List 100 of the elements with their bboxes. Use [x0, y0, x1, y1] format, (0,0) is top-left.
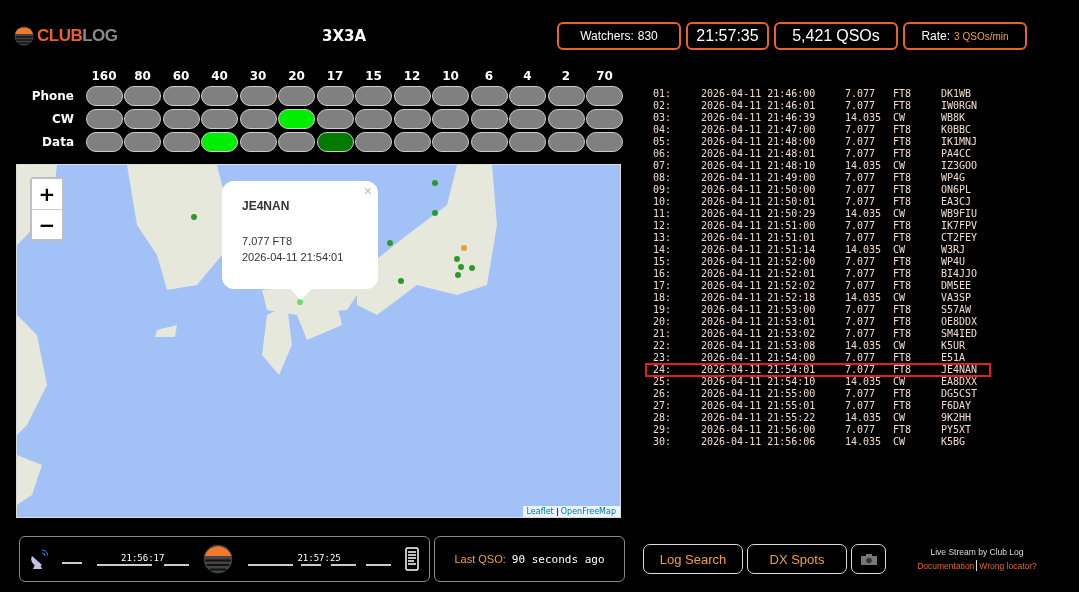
- log-frequency: 14.035: [845, 245, 882, 255]
- log-time: 2026-04-11 21:53:01: [701, 317, 816, 327]
- log-time: 2026-04-11 21:48:00: [701, 137, 816, 147]
- log-mode: FT8: [893, 185, 912, 195]
- wrong-locator-link[interactable]: Wrong locator?: [979, 560, 1037, 571]
- log-time: 2026-04-11 21:53:02: [701, 329, 816, 339]
- log-frequency: 14.035: [845, 293, 882, 303]
- log-callsign: OE8DDX: [941, 317, 978, 327]
- watchers-counter: Watchers: 830: [557, 22, 681, 50]
- log-frequency: 14.035: [845, 113, 882, 123]
- log-frequency: 7.077: [845, 329, 876, 339]
- log-mode: FT8: [893, 329, 912, 339]
- log-callsign: WB9FIU: [941, 209, 978, 219]
- clock-display: 21:57:35: [686, 22, 769, 50]
- documentation-link[interactable]: Documentation: [917, 560, 975, 571]
- log-index: 26:: [653, 389, 672, 399]
- log-time: 2026-04-11 21:52:00: [701, 257, 816, 267]
- log-mode: CW: [893, 209, 906, 219]
- log-mode: FT8: [893, 269, 912, 279]
- log-frequency: 7.077: [845, 101, 876, 111]
- log-index: 22:: [653, 341, 672, 351]
- log-search-button[interactable]: Log Search: [643, 544, 743, 574]
- band-label: 70: [595, 69, 614, 83]
- log-callsign: F6DAY: [941, 401, 972, 411]
- log-callsign: WP4U: [941, 257, 966, 267]
- log-time: 2026-04-11 21:55:00: [701, 389, 816, 399]
- log-frequency: 7.077: [845, 125, 876, 135]
- log-time: 2026-04-11 21:51:01: [701, 233, 816, 243]
- log-frequency: 14.035: [845, 437, 882, 447]
- log-index: 12:: [653, 221, 672, 231]
- log-mode: FT8: [893, 233, 912, 243]
- log-mode: FT8: [893, 137, 912, 147]
- log-frequency: 14.035: [845, 413, 882, 423]
- band-label: 17: [325, 69, 345, 83]
- log-frequency: 7.077: [845, 137, 876, 147]
- log-time: 2026-04-11 21:48:10: [701, 161, 816, 171]
- log-frequency: 7.077: [845, 89, 876, 99]
- band-label: 12: [402, 69, 422, 83]
- log-callsign: CT2FEY: [941, 233, 978, 243]
- log-index: 02:: [653, 101, 672, 111]
- timeline-drawing: [62, 562, 83, 564]
- log-callsign: S57AW: [941, 305, 972, 315]
- log-time: 2026-04-11 21:54:01: [701, 365, 816, 375]
- log-frequency: 7.077: [845, 317, 876, 327]
- log-mode: CW: [893, 341, 906, 351]
- log-callsign: E51A: [941, 353, 966, 363]
- log-index: 24:: [653, 365, 672, 375]
- log-frequency: 7.077: [845, 185, 876, 195]
- logo-icon: [14, 26, 34, 46]
- popup-time: 2026-04-11 21:54:01: [242, 250, 345, 265]
- log-index: 23:: [653, 353, 672, 363]
- log-time: 2026-04-11 21:52:01: [701, 269, 816, 279]
- mode-label: CW: [50, 112, 75, 126]
- log-time: 2026-04-11 21:56:00: [701, 425, 816, 435]
- log-mode: FT8: [893, 281, 912, 291]
- log-time: 2026-04-11 21:53:00: [701, 305, 816, 315]
- log-index: 30:: [653, 437, 672, 447]
- popup-callsign: JE4NAN: [242, 199, 291, 213]
- log-index: 15:: [653, 257, 672, 267]
- log-index: 09:: [653, 185, 672, 195]
- log-mode: CW: [893, 293, 906, 303]
- log-callsign: EA3CJ: [941, 197, 972, 207]
- log-index: 20:: [653, 317, 672, 327]
- log-callsign: 9K2HH: [941, 413, 972, 423]
- log-callsign: DM5EE: [941, 281, 972, 291]
- log-frequency: 7.077: [845, 353, 876, 363]
- log-callsign: DG5CST: [941, 389, 978, 399]
- zoom-out-button[interactable]: −: [32, 209, 62, 239]
- log-frequency: 7.077: [845, 401, 876, 411]
- log-time: 2026-04-11 21:50:01: [701, 197, 816, 207]
- band-label: 2: [560, 69, 572, 83]
- log-callsign: JE4NAN: [941, 365, 978, 375]
- log-index: 16:: [653, 269, 672, 279]
- log-time: 2026-04-11 21:51:14: [701, 245, 816, 255]
- timeline-start-time: 21:56:17: [121, 552, 165, 563]
- log-callsign: K0BBC: [941, 125, 972, 135]
- log-mode: FT8: [893, 89, 912, 99]
- log-callsign: W3RJ: [941, 245, 966, 255]
- dx-spots-button[interactable]: DX Spots: [747, 544, 847, 574]
- map[interactable]: + − × JE4NAN 7.077 FT8 2026-04-11 21:54:01 Leaflet OpenFreeMap: [16, 164, 621, 518]
- band-label: 10: [441, 69, 460, 83]
- log-index: 28:: [653, 413, 672, 423]
- satellite-dish-icon: [30, 548, 48, 570]
- log-mode: FT8: [893, 125, 912, 135]
- log-index: 03:: [653, 113, 672, 123]
- log-time: 2026-04-11 21:54:10: [701, 377, 816, 387]
- log-frequency: 14.035: [845, 341, 882, 351]
- log-callsign: K5BG: [941, 437, 966, 447]
- camera-button[interactable]: [851, 544, 886, 574]
- log-time: 2026-04-11 21:50:00: [701, 185, 816, 195]
- attribution-link[interactable]: Leaflet: [526, 507, 554, 516]
- log-index: 25:: [653, 377, 672, 387]
- log-time: 2026-04-11 21:53:08: [701, 341, 816, 351]
- log-index: 19:: [653, 305, 672, 315]
- log-index: 07:: [653, 161, 672, 171]
- attribution-link[interactable]: OpenFreeMap: [560, 507, 616, 516]
- band-label: 160: [90, 69, 118, 83]
- log-frequency: 7.077: [845, 197, 876, 207]
- log-mode: CW: [893, 161, 906, 171]
- log-callsign: ON6PL: [941, 185, 972, 195]
